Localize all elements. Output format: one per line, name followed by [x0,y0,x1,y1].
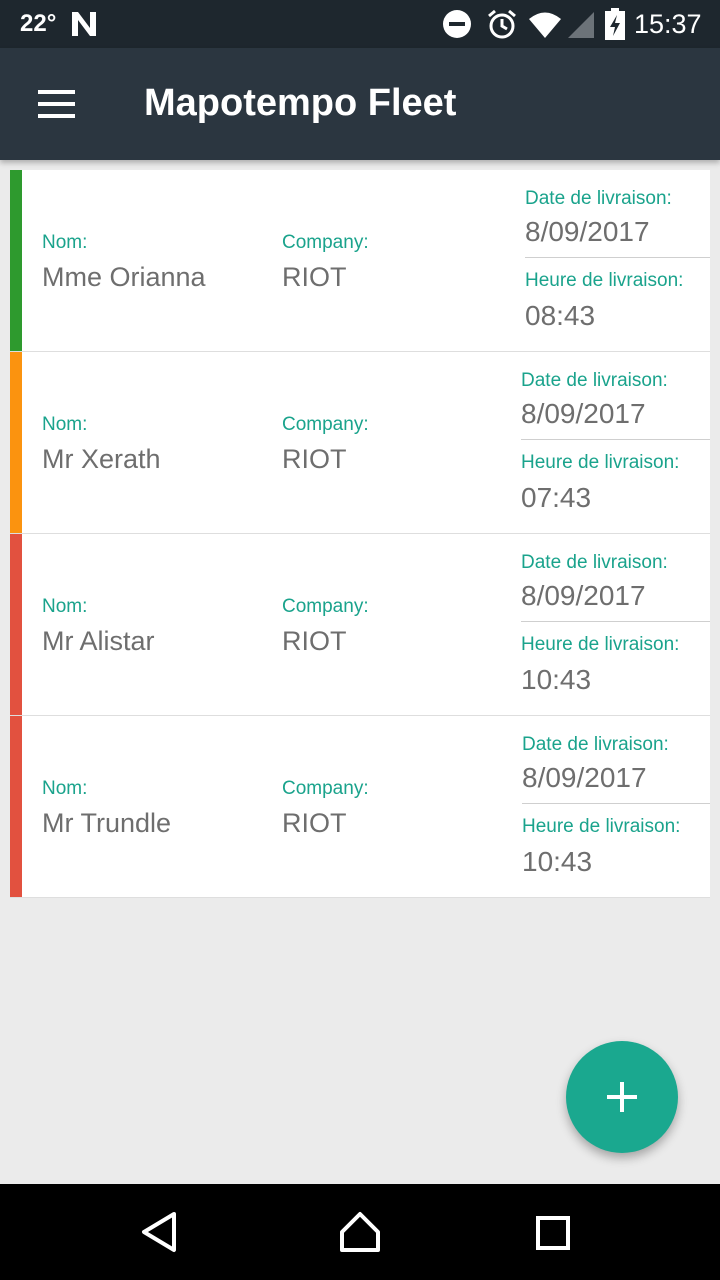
battery-charging-icon [605,8,625,40]
date-label: Date de livraison: [522,734,669,755]
add-button[interactable] [566,1041,678,1153]
date-label: Date de livraison: [521,370,668,391]
time-label: Heure de livraison: [522,816,681,837]
time-label: Heure de livraison: [525,270,684,291]
date-value: 8/09/2017 [525,216,650,247]
company-value: RIOT [282,262,347,292]
status-bar: 22° 15:37 [0,0,720,48]
company-label: Company: [282,596,369,617]
app-bar: Mapotempo Fleet [0,48,720,160]
date-label: Date de livraison: [525,188,672,209]
page-title: Mapotempo Fleet [144,82,457,124]
delivery-card[interactable]: Nom: Mr Alistar Company: RIOT Date de li… [10,534,710,716]
name-label: Nom: [42,232,88,253]
name-value: Mr Trundle [42,808,172,838]
back-icon[interactable] [130,1202,190,1262]
name-label: Nom: [42,414,88,435]
delivery-card[interactable]: Nom: Mr Xerath Company: RIOT Date de liv… [10,352,710,534]
name-value: Mr Alistar [42,626,155,656]
time-value: 07:43 [521,482,592,513]
status-stripe [10,534,22,715]
delivery-card[interactable]: Nom: Mr Trundle Company: RIOT Date de li… [10,716,710,898]
name-label: Nom: [42,596,88,617]
divider [521,439,710,440]
delivery-list: Nom: Mme Orianna Company: RIOT Date de l… [10,170,710,898]
date-label: Date de livraison: [521,552,668,573]
wifi-icon [529,12,561,38]
time-value: 10:43 [522,846,593,877]
delivery-card[interactable]: Nom: Mme Orianna Company: RIOT Date de l… [10,170,710,352]
signal-icon [568,12,594,38]
company-value: RIOT [282,626,347,656]
company-label: Company: [282,414,369,435]
status-stripe [10,716,22,897]
name-value: Mme Orianna [42,262,206,292]
navigation-bar [0,1184,720,1280]
name-value: Mr Xerath [42,444,161,474]
time-value: 10:43 [521,664,592,695]
date-value: 8/09/2017 [521,398,646,429]
name-label: Nom: [42,778,88,799]
company-value: RIOT [282,808,347,838]
divider [521,621,710,622]
date-value: 8/09/2017 [522,762,647,793]
do-not-disturb-icon [443,10,471,38]
alarm-icon [488,9,516,39]
status-stripe [10,352,22,533]
company-value: RIOT [282,444,347,474]
divider [522,803,710,804]
hamburger-menu-icon[interactable] [26,78,86,130]
company-label: Company: [282,778,369,799]
n-icon [72,12,96,36]
home-icon[interactable] [330,1202,390,1262]
status-stripe [10,170,22,351]
divider [525,257,710,258]
recents-icon[interactable] [522,1202,582,1262]
company-label: Company: [282,232,369,253]
temperature: 22° [20,10,57,37]
clock: 15:37 [634,9,702,39]
time-value: 08:43 [525,300,596,331]
time-label: Heure de livraison: [521,634,680,655]
time-label: Heure de livraison: [521,452,680,473]
date-value: 8/09/2017 [521,580,646,611]
